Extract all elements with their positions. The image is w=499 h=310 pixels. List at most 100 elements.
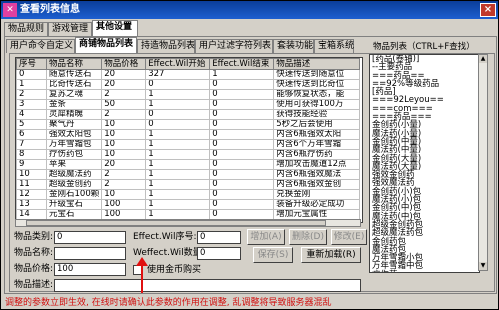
table-cell: 0 [209, 179, 275, 190]
table-cell: 2 [101, 169, 147, 180]
table-cell: 8 [16, 149, 47, 160]
tab-filter-chars[interactable]: 用户过滤字符列表 [195, 39, 273, 53]
table-cell: 3 [16, 99, 47, 110]
table-cell: 内含6瓶强效金创 [273, 179, 361, 190]
shop-items-table[interactable]: 序号 物品名称 物品价格 Effect.Wil开始 Effect.Wil结束 物… [15, 57, 363, 223]
item-type-label: 物品类别: [14, 232, 54, 242]
tab-crafted-items[interactable]: 持造物品列表 [137, 39, 195, 53]
tab-game-management[interactable]: 游戏管理 [48, 22, 92, 36]
table-cell: 超级魔法药 [45, 169, 103, 180]
table-cell: 1 [145, 189, 211, 200]
scroll-up-icon[interactable]: ▲ [479, 55, 487, 63]
table-cell: 内含6瓶强效魔法 [273, 169, 361, 180]
list-item[interactable]: 疗伤药 [370, 270, 479, 272]
table-cell: 10 [101, 129, 147, 140]
table-row[interactable]: 11 超级金创药 2 1 0 内含6瓶强效金创 [16, 179, 361, 190]
table-header: 序号 物品名称 物品价格 Effect.Wil开始 Effect.Wil结束 物… [16, 58, 361, 70]
app-icon: ✕ [3, 3, 17, 17]
item-list-box[interactable]: [药品(卷轴)] --主要药品 ===药品== ==92%等级药品 [药品] ===92L… [369, 54, 480, 273]
col-header[interactable]: 物品名称 [45, 58, 103, 70]
table-row[interactable]: 7 万年雪霜包 10 1 0 内含6个万年雪霜 [16, 139, 361, 150]
item-name-field[interactable] [54, 247, 126, 260]
item-list-scrollbar[interactable]: ▲ ▼ [478, 54, 488, 271]
effect-qty-field[interactable]: 0 [197, 247, 241, 260]
table-cell: 4 [16, 109, 47, 120]
table-row[interactable]: 0 随意传送石 20 327 1 快速传送到随意位 [16, 69, 361, 80]
title-bar: ✕ 查看列表信息 × [1, 1, 498, 19]
table-cell: 10 [16, 169, 47, 180]
delete-button[interactable]: 删除(D) [289, 229, 327, 245]
table-cell: 11 [16, 179, 47, 190]
table-cell: 装备升级必定成功 [273, 199, 361, 210]
table-row[interactable]: 3 金条 50 1 0 使用可获得100万 [16, 99, 361, 110]
table-row[interactable]: 12 金刚石100颗 10 1 0 兑换金刚 [16, 189, 361, 200]
table-row[interactable]: 9 苹果 20 1 0 增加攻击魔道12点 [16, 159, 361, 170]
col-header[interactable]: Effect.Wil开始 [145, 58, 211, 70]
table-cell: 0 [209, 99, 275, 110]
item-price-field[interactable]: 100 [54, 263, 126, 276]
table-cell: 5秒之后会使用 [273, 119, 361, 130]
table-row[interactable]: 5 聚气丹 10 0 0 5秒之后会使用 [16, 119, 361, 130]
item-type-field[interactable]: 0 [54, 231, 126, 244]
col-header[interactable]: 序号 [16, 58, 47, 70]
table-cell: 1 [145, 179, 211, 190]
table-cell: 0 [209, 209, 275, 220]
tab-user-commands[interactable]: 用户命令自定义 [6, 39, 75, 53]
close-button[interactable]: × [480, 3, 496, 17]
effect-seq-label: Effect.Wil序号: [133, 232, 197, 242]
scroll-thumb[interactable] [26, 220, 326, 226]
table-row[interactable]: 4 灵犀精魄 2 0 0 获得技能经验 [16, 109, 361, 120]
table-cell: 苹果 [45, 159, 103, 170]
tab-other-settings[interactable]: 其他设置 [92, 20, 138, 36]
table-row[interactable]: 1 比奇传送石 20 0 0 快速传送到比奇位 [16, 79, 361, 90]
window-title: 查看列表信息 [20, 4, 80, 15]
tab-treasure-system[interactable]: 宝箱系统 [314, 39, 354, 53]
table-cell: 327 [145, 69, 211, 80]
table-row[interactable]: 2 复苏之魂 2 1 0 能够恢复状态，能 [16, 89, 361, 100]
table-cell: 0 [209, 199, 275, 210]
scroll-down-icon[interactable]: ▼ [479, 262, 487, 270]
effect-seq-field[interactable]: 0 [197, 231, 241, 244]
table-cell: 能够恢复状态，能 [273, 89, 361, 100]
table-cell: 内含6个万年雪霜 [273, 139, 361, 150]
horizontal-scrollbar[interactable] [15, 219, 361, 227]
table-row[interactable]: 10 超级魔法药 2 1 0 内含6瓶强效魔法 [16, 169, 361, 180]
table-cell: 10 [101, 149, 147, 160]
table-cell: 复苏之魂 [45, 89, 103, 100]
col-header[interactable]: 物品描述 [273, 58, 361, 70]
table-cell: 随意传送石 [45, 69, 103, 80]
table-cell: 增加元宝属性 [273, 209, 361, 220]
table-row[interactable]: 6 强效太阳包 10 1 0 内含6瓶强效太阳 [16, 129, 361, 140]
main-window: ✕ 查看列表信息 × 物品规则 游戏管理 其他设置 用户命令自定义 商铺物品列表… [0, 0, 499, 310]
table-cell: 2 [101, 179, 147, 190]
modify-button[interactable]: 修改(E) [331, 229, 367, 245]
table-cell: 内含6瓶强效太阳 [273, 129, 361, 140]
table-cell: 快速传送到比奇位 [273, 79, 361, 90]
table-cell: 50 [101, 99, 147, 110]
save-button[interactable]: 保存(S) [253, 247, 293, 263]
tab-shop-items[interactable]: 商铺物品列表 [75, 37, 137, 53]
table-cell: 0 [209, 89, 275, 100]
table-cell: 内含6瓶疗伤药 [273, 149, 361, 160]
table-row[interactable]: 14 元宝石 100 1 0 增加元宝属性 [16, 209, 361, 220]
table-cell: 1 [145, 89, 211, 100]
item-list-label: 物品列表（CTRL+F查找） [373, 42, 475, 52]
col-header[interactable]: Effect.Wil结束 [209, 58, 275, 70]
table-cell: 1 [145, 129, 211, 140]
item-desc-field[interactable] [54, 279, 361, 292]
tab-suit-function[interactable]: 套装功能 [273, 39, 314, 53]
table-cell: 7 [16, 139, 47, 150]
reload-button[interactable]: 重新加载(R) [301, 247, 361, 263]
table-cell: 1 [209, 69, 275, 80]
table-cell: 10 [101, 139, 147, 150]
table-cell: 1 [145, 199, 211, 210]
add-button[interactable]: 增加(A) [247, 229, 285, 245]
table-row[interactable]: 8 疗伤药包 10 1 0 内含6瓶疗伤药 [16, 149, 361, 160]
table-cell: 超级金创药 [45, 179, 103, 190]
tab-item-rules[interactable]: 物品规则 [4, 22, 48, 36]
col-header[interactable]: 物品价格 [101, 58, 147, 70]
table-cell: 0 [16, 69, 47, 80]
table-cell: 0 [209, 189, 275, 200]
table-cell: 1 [145, 159, 211, 170]
table-row[interactable]: 13 升级宝石 100 1 0 装备升级必定成功 [16, 199, 361, 210]
